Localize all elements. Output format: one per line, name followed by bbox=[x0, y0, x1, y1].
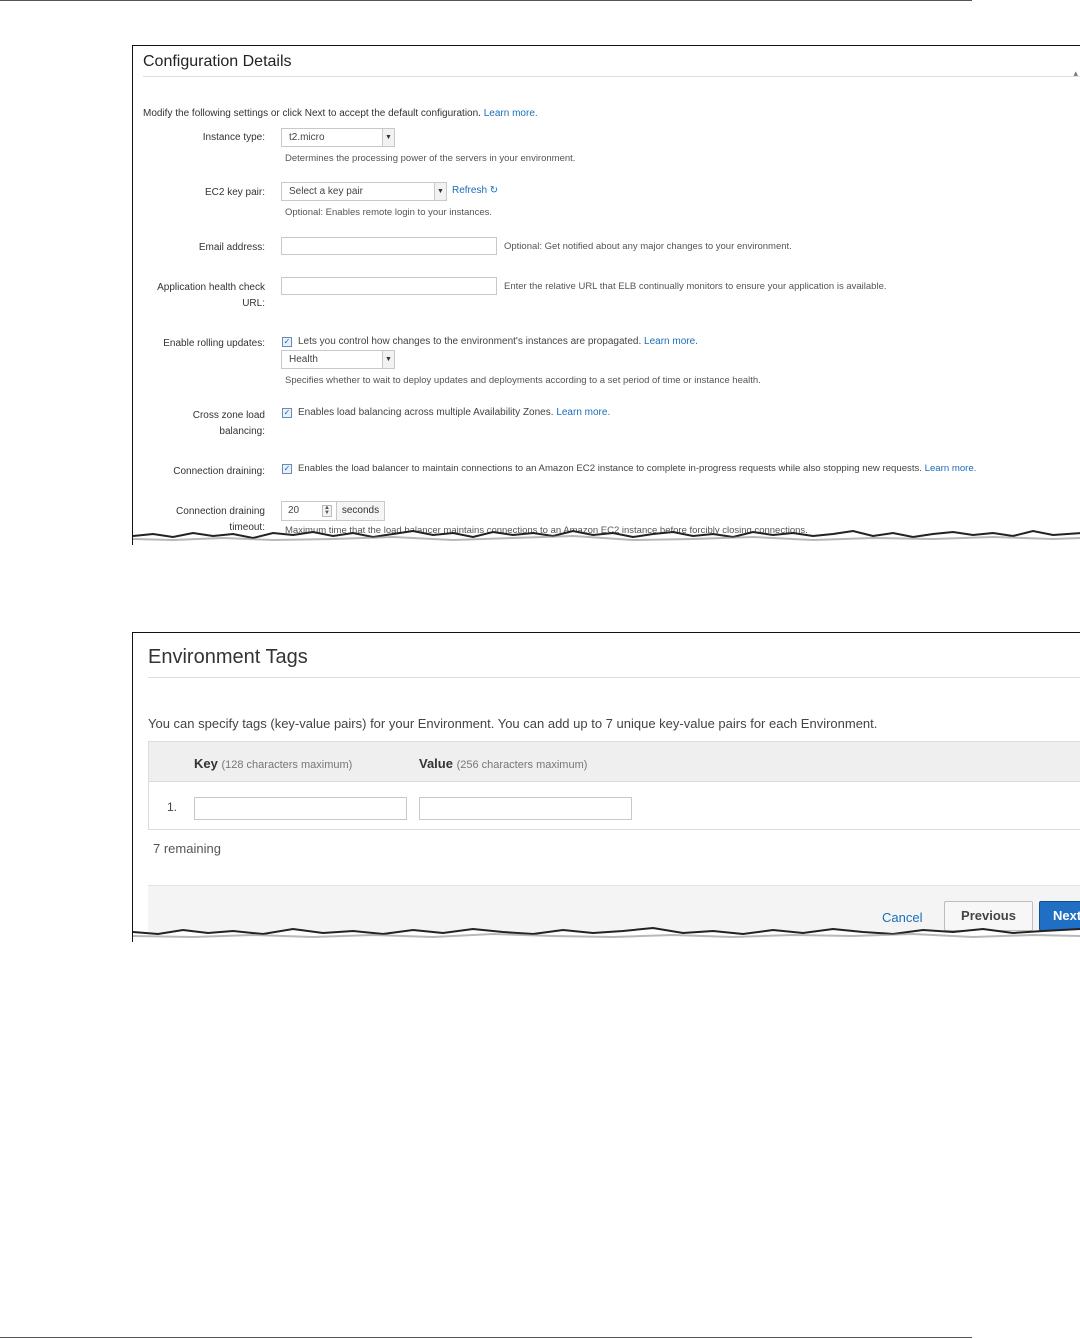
draining-checkbox[interactable]: ✓ bbox=[282, 464, 292, 474]
scrollbar-icon[interactable]: ▴ bbox=[1073, 68, 1078, 79]
key-pair-help: Optional: Enables remote login to your i… bbox=[285, 207, 493, 218]
key-header-hint: (128 characters maximum) bbox=[221, 759, 353, 771]
page-top-rule bbox=[0, 0, 972, 1]
cross-zone-label-line2: balancing: bbox=[219, 426, 265, 437]
refresh-label: Refresh bbox=[452, 185, 488, 196]
email-help: Optional: Get notified about any major c… bbox=[504, 241, 792, 252]
page-bottom-rule bbox=[0, 1337, 972, 1338]
tag-value-input[interactable] bbox=[419, 797, 632, 820]
tags-remaining-count: 7 remaining bbox=[153, 841, 221, 856]
rolling-updates-checkbox[interactable]: ✓ bbox=[282, 337, 292, 347]
cross-zone-checkbox[interactable]: ✓ bbox=[282, 408, 292, 418]
torn-edge-decoration bbox=[133, 926, 1080, 942]
health-check-help: Enter the relative URL that ELB continua… bbox=[504, 281, 887, 292]
value-header-hint: (256 characters maximum) bbox=[456, 759, 588, 771]
key-column-header: Key (128 characters maximum) bbox=[194, 756, 352, 771]
email-field[interactable] bbox=[281, 237, 497, 255]
draining-timeout-value: 20 bbox=[288, 505, 300, 516]
title-divider bbox=[143, 76, 1080, 77]
draining-text: Enables the load balancer to maintain co… bbox=[298, 463, 922, 474]
key-pair-select[interactable]: Select a key pair ▼ bbox=[281, 182, 447, 201]
refresh-icon: ↻ bbox=[489, 185, 499, 196]
draining-timeout-label-line1: Connection draining bbox=[176, 506, 265, 517]
tags-table-header: Key (128 characters maximum) Value (256 … bbox=[149, 742, 1080, 782]
environment-tags-panel: Environment Tags You can specify tags (k… bbox=[132, 632, 1080, 942]
environment-tags-intro: You can specify tags (key-value pairs) f… bbox=[148, 716, 878, 731]
instance-type-label: Instance type: bbox=[202, 132, 265, 143]
environment-tags-title: Environment Tags bbox=[148, 646, 308, 668]
torn-edge-decoration bbox=[133, 529, 1080, 545]
configuration-details-panel: Configuration Details ▴ Modify the follo… bbox=[132, 45, 1080, 545]
title-divider bbox=[148, 677, 1080, 678]
rolling-updates-text-wrap: Lets you control how changes to the envi… bbox=[298, 336, 698, 347]
rolling-updates-learn-more-link[interactable]: Learn more. bbox=[644, 336, 698, 347]
health-check-label-line2: URL: bbox=[242, 298, 265, 309]
key-pair-label: EC2 key pair: bbox=[204, 187, 265, 198]
draining-timeout-unit: seconds bbox=[337, 501, 385, 521]
rolling-updates-type-select[interactable]: Health ▼ bbox=[281, 350, 395, 369]
rolling-updates-help: Specifies whether to wait to deploy upda… bbox=[285, 375, 761, 386]
email-label: Email address: bbox=[198, 242, 265, 253]
chevron-down-icon: ▼ bbox=[382, 129, 394, 146]
value-column-header: Value (256 characters maximum) bbox=[419, 756, 587, 771]
intro-text: Modify the following settings or click N… bbox=[143, 108, 481, 119]
rolling-updates-type-value: Health bbox=[289, 354, 318, 365]
refresh-link[interactable]: Refresh ↻ bbox=[452, 185, 498, 196]
instance-type-value: t2.micro bbox=[289, 132, 325, 143]
tag-row-number: 1. bbox=[167, 800, 178, 814]
tag-key-input[interactable] bbox=[194, 797, 407, 820]
tags-table: Key (128 characters maximum) Value (256 … bbox=[148, 741, 1080, 830]
cross-zone-text-wrap: Enables load balancing across multiple A… bbox=[298, 407, 610, 418]
health-check-label-line1: Application health check bbox=[157, 282, 265, 293]
chevron-down-icon: ▼ bbox=[382, 351, 394, 368]
configuration-title: Configuration Details bbox=[143, 53, 292, 70]
cross-zone-label: Cross zone load balancing: bbox=[193, 408, 265, 440]
instance-type-select[interactable]: t2.micro ▼ bbox=[281, 128, 395, 147]
configuration-intro: Modify the following settings or click N… bbox=[143, 108, 538, 119]
value-header-label: Value bbox=[419, 756, 453, 771]
rolling-updates-text: Lets you control how changes to the envi… bbox=[298, 336, 642, 347]
health-check-label: Application health check URL: bbox=[157, 280, 265, 312]
cross-zone-text: Enables load balancing across multiple A… bbox=[298, 407, 554, 418]
key-header-label: Key bbox=[194, 756, 218, 771]
cross-zone-learn-more-link[interactable]: Learn more. bbox=[556, 407, 610, 418]
page: Configuration Details ▴ Modify the follo… bbox=[0, 0, 1080, 1339]
rolling-updates-label: Enable rolling updates: bbox=[163, 338, 265, 349]
draining-learn-more-link[interactable]: Learn more. bbox=[925, 463, 977, 474]
health-check-url-field[interactable] bbox=[281, 277, 497, 295]
cross-zone-label-line1: Cross zone load bbox=[192, 410, 265, 421]
spinner-icon[interactable]: ▲ ▼ bbox=[322, 505, 332, 517]
draining-timeout-stepper[interactable]: 20 ▲ ▼ bbox=[281, 501, 337, 521]
draining-text-wrap: Enables the load balancer to maintain co… bbox=[298, 463, 976, 474]
draining-label: Connection draining: bbox=[173, 466, 265, 477]
key-pair-value: Select a key pair bbox=[289, 186, 363, 197]
cancel-button[interactable]: Cancel bbox=[882, 910, 922, 925]
chevron-down-icon: ▼ bbox=[434, 183, 446, 200]
instance-type-help: Determines the processing power of the s… bbox=[285, 153, 576, 164]
intro-learn-more-link[interactable]: Learn more. bbox=[484, 108, 538, 119]
